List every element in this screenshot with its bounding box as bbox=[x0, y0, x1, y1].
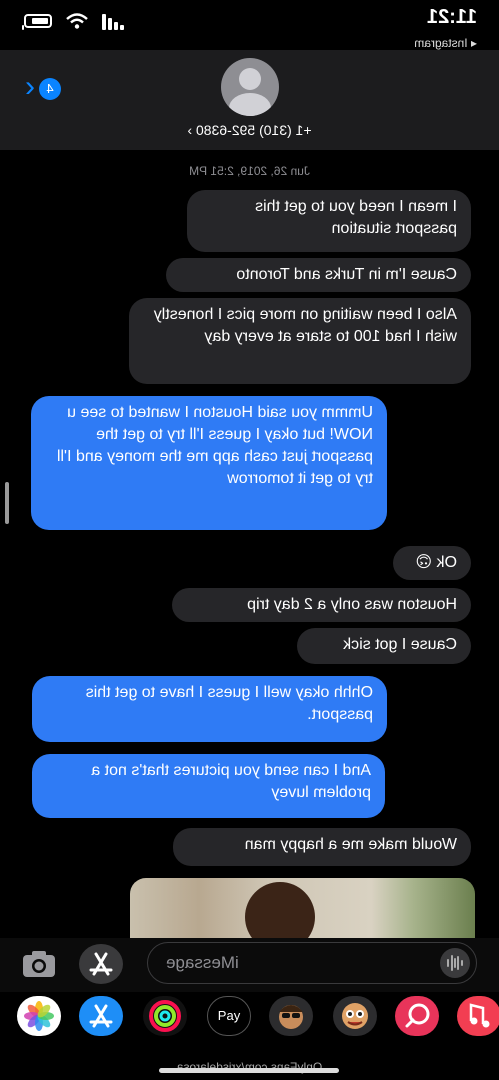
music-icon bbox=[469, 1003, 490, 1028]
apple-pay-app-button[interactable]: Pay bbox=[207, 996, 251, 1036]
received-message[interactable]: Ok 🙃 bbox=[393, 546, 471, 580]
app-store-icon bbox=[89, 1004, 113, 1028]
home-indicator[interactable] bbox=[159, 1068, 339, 1073]
sent-message[interactable]: Ummm you said Houston I wanted to see u … bbox=[31, 396, 387, 530]
photo-attachment[interactable] bbox=[130, 878, 475, 942]
sent-message[interactable]: And I can send you pictures that's not a… bbox=[32, 754, 385, 818]
received-message[interactable]: Cause I got sick bbox=[297, 628, 471, 664]
photos-app-button[interactable] bbox=[17, 996, 61, 1036]
audio-message-button[interactable] bbox=[440, 948, 470, 978]
search-images-icon bbox=[405, 1003, 430, 1028]
received-message[interactable]: Cause I'm in Turks and Toronto bbox=[166, 258, 471, 292]
animoji-app-button[interactable] bbox=[333, 996, 377, 1036]
received-message[interactable]: I mean I need you to get this passport s… bbox=[187, 190, 471, 252]
received-message[interactable]: Houston was only a 2 day trip bbox=[172, 588, 471, 622]
message-input[interactable]: iMessage bbox=[147, 942, 477, 984]
status-bar: 11:21 ◂ Instagram bbox=[0, 0, 499, 50]
sent-message[interactable]: Ohhh okay well I guess I have to get thi… bbox=[32, 676, 387, 742]
messages-screen: 11:21 ◂ Instagram +1 (310) 592-6380 › 4 … bbox=[0, 0, 499, 1080]
unread-count-badge: 4 bbox=[39, 78, 61, 100]
activity-app-button[interactable] bbox=[143, 996, 187, 1036]
app-store-button[interactable] bbox=[79, 944, 123, 984]
signal-icon bbox=[102, 14, 124, 30]
photos-app-icon bbox=[24, 1001, 54, 1031]
status-icons bbox=[22, 10, 124, 32]
camera-icon bbox=[23, 951, 55, 977]
wifi-icon bbox=[66, 13, 88, 29]
chevron-left-icon: ‹ bbox=[25, 70, 35, 103]
message-timestamp: Jun 26, 2019, 2:51 PM bbox=[189, 164, 310, 178]
received-message[interactable]: Would make me a happy man bbox=[173, 828, 471, 866]
camera-button[interactable] bbox=[19, 946, 59, 982]
waveform-icon bbox=[447, 955, 463, 971]
clock: 11:21 bbox=[426, 6, 477, 28]
memoji-icon bbox=[279, 1005, 303, 1029]
app-store-app-button[interactable] bbox=[79, 996, 123, 1036]
memoji-app-button[interactable] bbox=[269, 996, 313, 1036]
scroll-indicator[interactable] bbox=[5, 482, 9, 524]
back-button[interactable]: 4 ‹ bbox=[11, 70, 61, 103]
apple-pay-label: Pay bbox=[217, 1008, 241, 1023]
activity-icon bbox=[149, 1000, 181, 1032]
back-to-app-link[interactable]: ◂ Instagram bbox=[414, 36, 477, 50]
animoji-icon bbox=[342, 1003, 368, 1029]
music-app-button[interactable] bbox=[457, 996, 499, 1036]
message-placeholder: iMessage bbox=[166, 953, 239, 972]
battery-icon bbox=[22, 14, 52, 30]
received-message[interactable]: Also I been waiting on more pics I hones… bbox=[129, 298, 471, 384]
search-images-app-button[interactable] bbox=[395, 996, 439, 1036]
contact-avatar[interactable] bbox=[221, 58, 279, 116]
app-store-icon bbox=[89, 952, 113, 976]
contact-number[interactable]: +1 (310) 592-6380 › bbox=[0, 122, 499, 138]
